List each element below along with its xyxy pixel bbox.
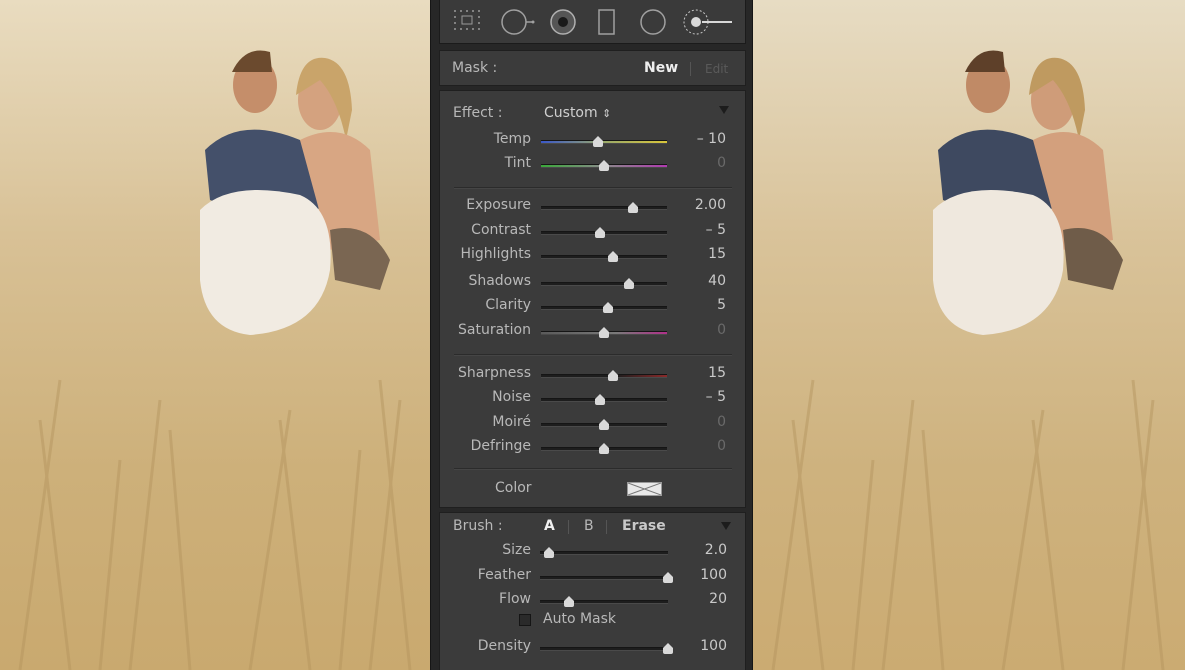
effect-separator-1 [454, 187, 732, 189]
mask-bar: Mask : New Edit [439, 50, 746, 86]
mask-new-button[interactable]: New [644, 60, 678, 76]
flow-value[interactable]: 20 [677, 591, 727, 607]
density-label: Density [477, 638, 531, 654]
brush-collapse-triangle-icon[interactable] [721, 522, 731, 530]
brush-divider-1 [568, 520, 569, 534]
sharpness-value[interactable]: 15 [676, 365, 726, 381]
after-photo [753, 0, 1185, 670]
grid-overlay-icon[interactable] [452, 8, 486, 36]
clarity-value[interactable]: 5 [676, 297, 726, 313]
effect-separator-2 [454, 354, 732, 356]
temp-value[interactable]: – 10 [676, 131, 726, 147]
effect-separator-3 [454, 468, 732, 470]
defringe-label: Defringe [470, 438, 531, 454]
feather-value[interactable]: 100 [677, 567, 727, 583]
sharpness-label: Sharpness [457, 365, 531, 381]
effect-preset-value: Custom [544, 105, 598, 121]
auto-mask-label: Auto Mask [543, 611, 617, 627]
shadows-value[interactable]: 40 [676, 273, 726, 289]
density-value[interactable]: 100 [677, 638, 727, 654]
density-slider[interactable] [540, 647, 668, 651]
brush-divider-2 [606, 520, 607, 534]
exposure-value[interactable]: 2.00 [676, 197, 726, 213]
before-photo [0, 0, 430, 670]
auto-mask-checkbox[interactable] [519, 614, 531, 626]
radial-filter-icon[interactable] [638, 8, 668, 36]
graduated-filter-icon[interactable] [596, 8, 618, 36]
shadows-label: Shadows [468, 273, 531, 289]
spot-removal-icon[interactable] [500, 8, 536, 36]
tint-label: Tint [504, 155, 531, 171]
effect-preset-dropdown[interactable]: Custom ⇕ [544, 105, 611, 121]
moire-value[interactable]: 0 [676, 414, 726, 430]
mask-divider [690, 62, 691, 76]
brush-section: Brush : A B Erase Auto Mask Size 2.0 Feath… [439, 512, 746, 670]
size-label: Size [502, 542, 531, 558]
temp-label: Temp [493, 131, 531, 147]
tint-value[interactable]: 0 [676, 155, 726, 171]
exposure-label: Exposure [466, 197, 531, 213]
color-swatch[interactable] [627, 482, 662, 496]
flow-label: Flow [499, 591, 531, 607]
mask-label: Mask : [452, 60, 498, 76]
highlights-slider[interactable] [541, 255, 667, 259]
size-value[interactable]: 2.0 [677, 542, 727, 558]
noise-label: Noise [492, 389, 531, 405]
contrast-label: Contrast [471, 222, 531, 238]
red-eye-icon[interactable] [548, 8, 578, 36]
clarity-label: Clarity [485, 297, 531, 313]
local-adjustment-panel: Mask : New Edit Effect : Custom ⇕ Color … [430, 0, 753, 670]
collapse-triangle-icon[interactable] [719, 106, 729, 114]
saturation-value[interactable]: 0 [676, 322, 726, 338]
dropdown-arrows-icon: ⇕ [602, 107, 612, 120]
feather-slider[interactable] [540, 576, 668, 580]
noise-value[interactable]: – 5 [676, 389, 726, 405]
temp-slider[interactable] [541, 140, 667, 144]
brush-tab-a[interactable]: A [544, 518, 555, 534]
exposure-slider[interactable] [541, 206, 667, 210]
shadows-slider[interactable] [541, 282, 667, 286]
adjustment-brush-icon[interactable] [682, 8, 736, 36]
saturation-label: Saturation [458, 322, 531, 338]
sharpness-slider[interactable] [541, 374, 667, 378]
defringe-value[interactable]: 0 [676, 438, 726, 454]
mask-edit-button[interactable]: Edit [705, 62, 728, 76]
feather-label: Feather [477, 567, 531, 583]
moire-label: Moiré [492, 414, 531, 430]
brush-label: Brush : [453, 518, 503, 534]
size-slider[interactable] [540, 551, 668, 555]
flow-slider[interactable] [540, 600, 668, 604]
brush-erase-tab[interactable]: Erase [622, 518, 666, 534]
highlights-value[interactable]: 15 [676, 246, 726, 262]
highlights-label: Highlights [460, 246, 532, 262]
effect-section: Effect : Custom ⇕ Color Temp – 10 Tint 0 Exp… [439, 90, 746, 508]
tool-strip [439, 0, 746, 44]
contrast-value[interactable]: – 5 [676, 222, 726, 238]
effect-label: Effect : [453, 105, 503, 121]
color-label: Color [495, 480, 532, 496]
brush-tab-b[interactable]: B [584, 518, 594, 534]
